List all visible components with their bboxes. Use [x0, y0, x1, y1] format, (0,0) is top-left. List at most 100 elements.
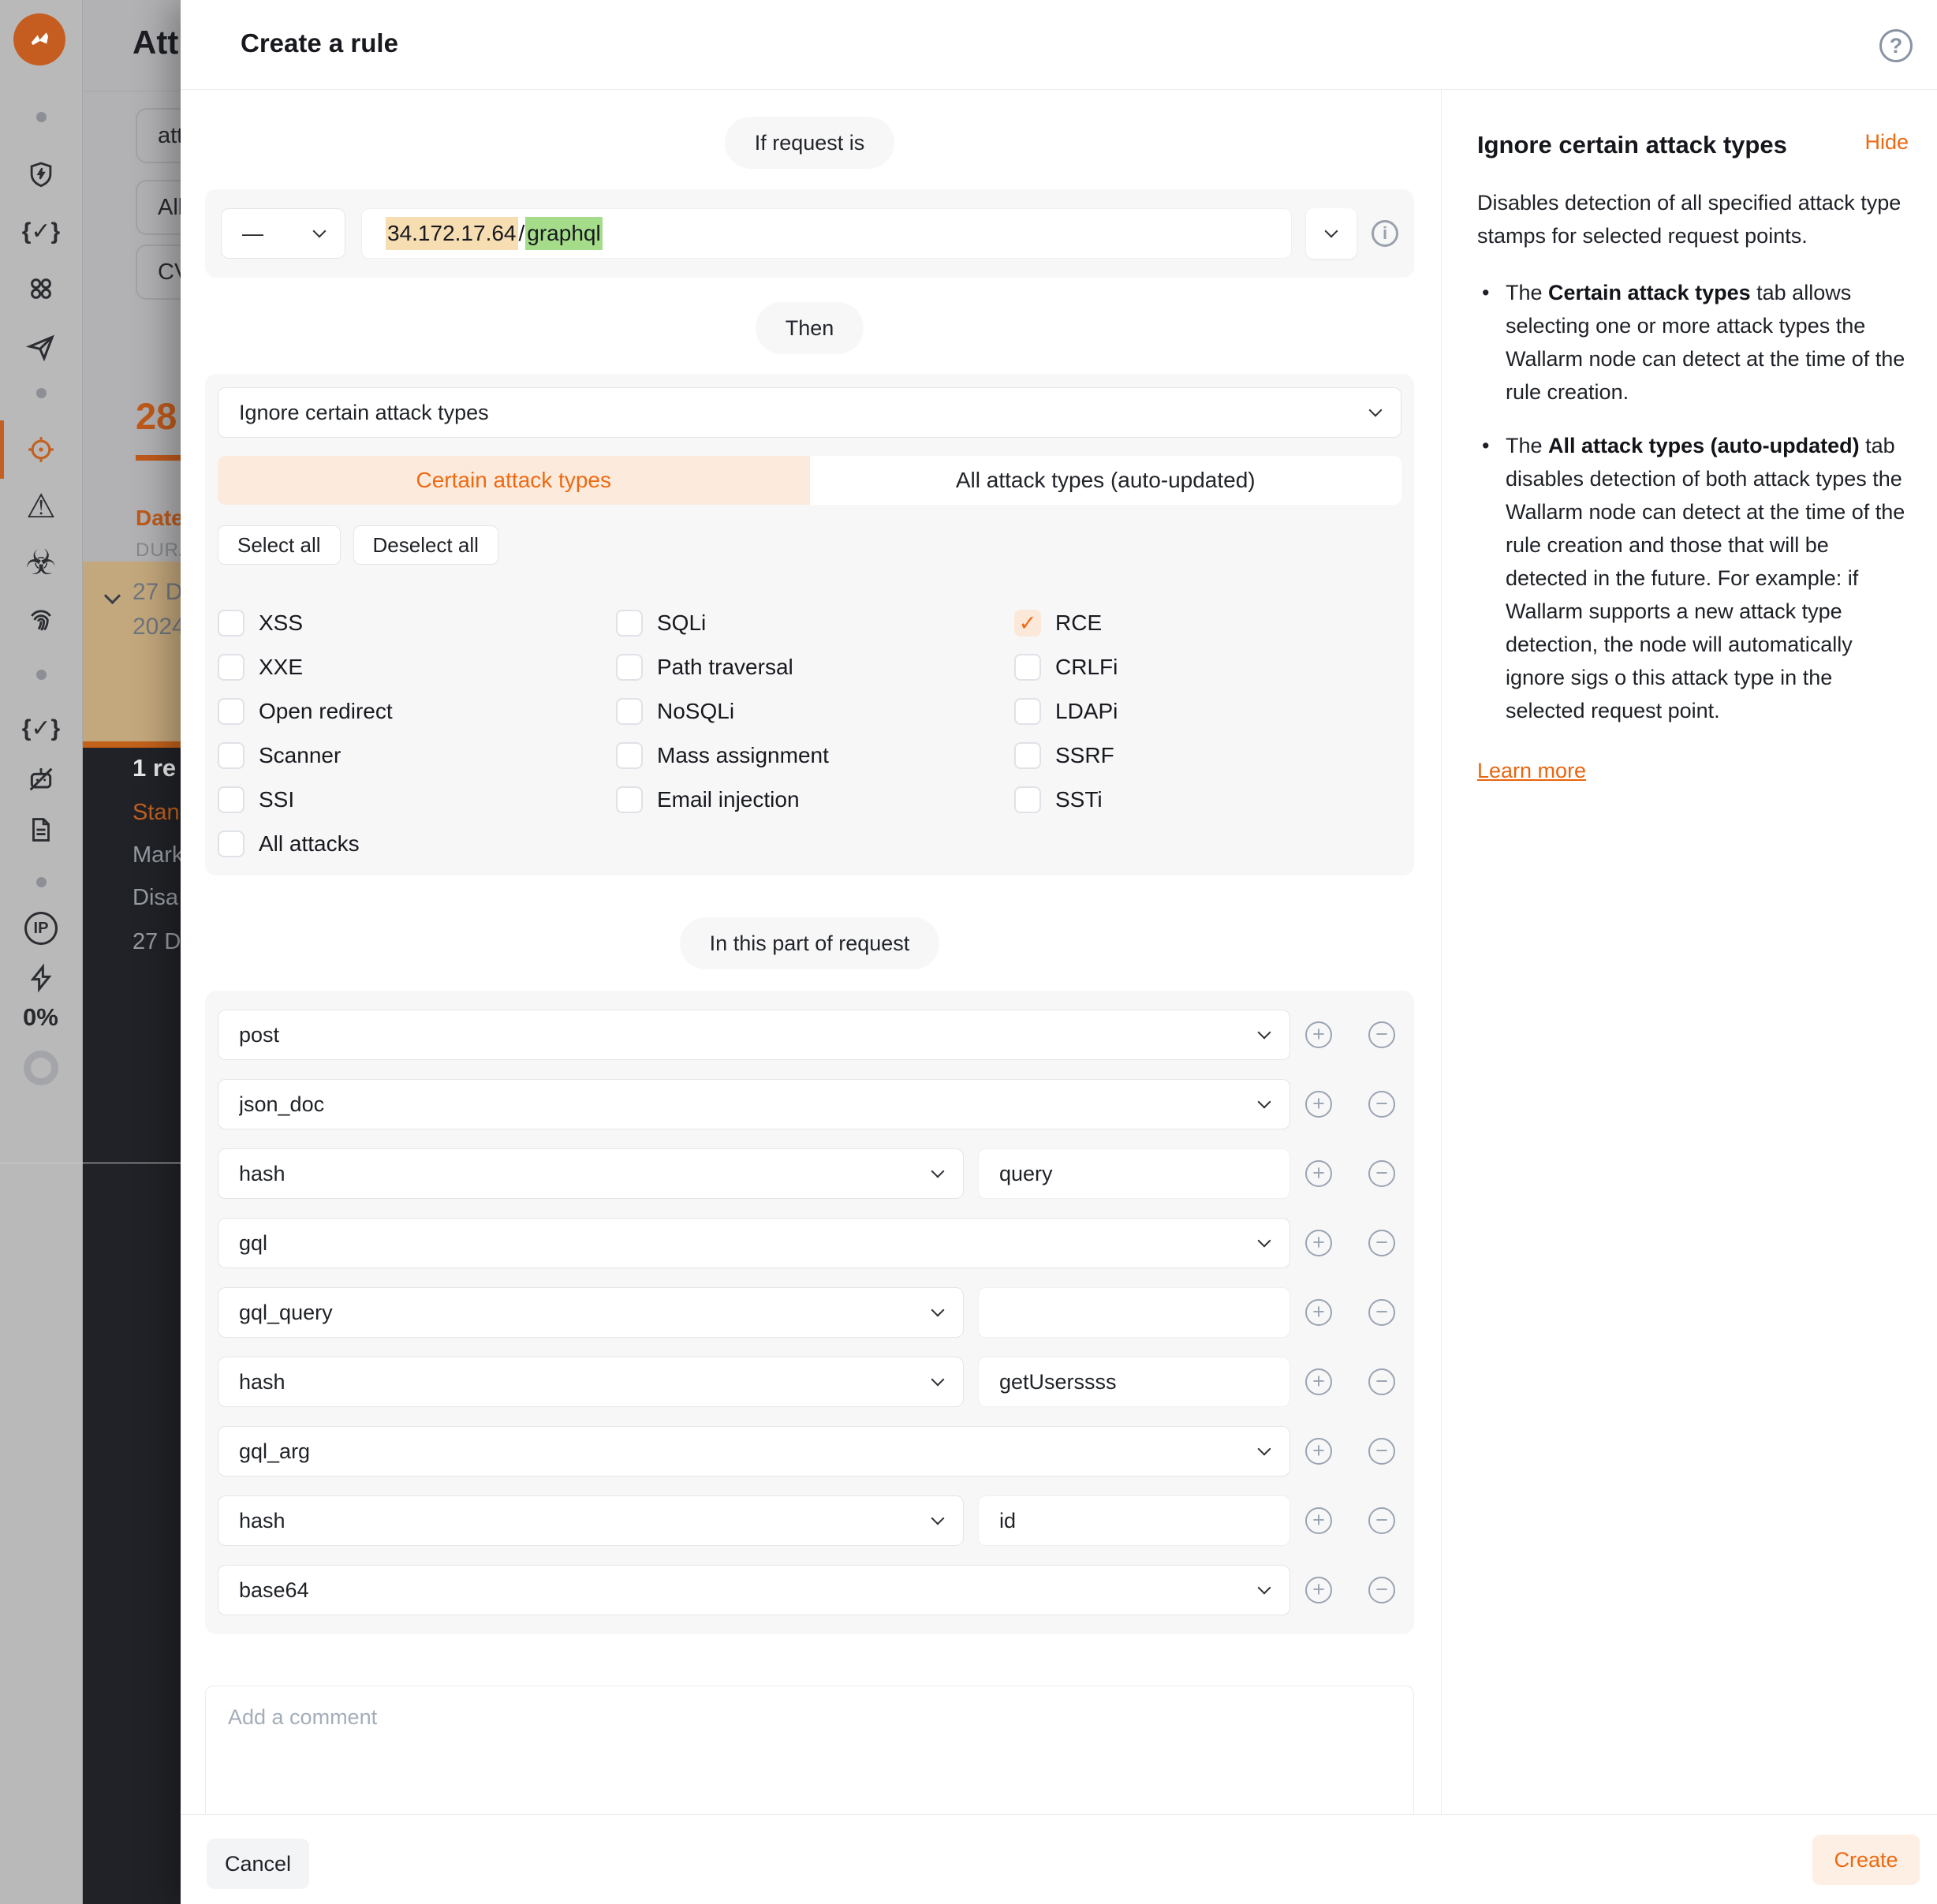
checkbox[interactable] — [218, 742, 244, 769]
chevron-down-icon[interactable] — [104, 588, 121, 604]
uri-expand-button[interactable] — [1306, 208, 1357, 259]
attack-type-all-attacks[interactable]: All attacks — [218, 831, 616, 857]
create-button[interactable]: Create — [1812, 1835, 1920, 1885]
filter-chip[interactable]: CV — [136, 245, 181, 300]
attack-type-xxe[interactable]: XXE — [218, 654, 616, 681]
rules-icon[interactable]: {✓} — [25, 713, 57, 745]
part-select[interactable]: base64 — [218, 1565, 1290, 1615]
hide-link[interactable]: Hide — [1864, 130, 1909, 155]
fingerprint-icon[interactable] — [25, 604, 57, 636]
checkbox[interactable] — [1014, 654, 1041, 681]
date-column-label[interactable]: Date — [136, 506, 181, 531]
attack-type-scanner[interactable]: Scanner — [218, 742, 616, 769]
uri-input[interactable]: 34.172.17.64/graphql — [361, 208, 1292, 259]
send-plane-icon[interactable] — [25, 331, 57, 363]
part-select[interactable]: json_doc — [218, 1079, 1290, 1129]
comment-input[interactable] — [205, 1686, 1414, 1827]
checkbox[interactable] — [616, 742, 643, 769]
remove-part-button[interactable] — [1368, 1091, 1395, 1118]
part-key-input[interactable] — [978, 1357, 1290, 1407]
filter-chip[interactable]: All — [136, 180, 181, 235]
incidents-warning-icon[interactable]: ⚠ — [25, 491, 57, 522]
part-select[interactable]: hash — [218, 1148, 964, 1199]
part-key-input[interactable] — [978, 1287, 1290, 1338]
nodes-icon[interactable] — [25, 273, 57, 304]
api-spec-icon[interactable]: {✓} — [25, 216, 57, 248]
remove-part-button[interactable] — [1368, 1160, 1395, 1187]
add-part-button[interactable] — [1305, 1577, 1332, 1603]
attack-type-ssrf[interactable]: SSRF — [1014, 742, 1118, 769]
mark-action[interactable]: Mark — [132, 842, 181, 868]
ip-lists-icon[interactable]: IP — [24, 912, 58, 945]
learn-more-link[interactable]: Learn more — [1477, 759, 1586, 783]
method-select[interactable]: — — [221, 208, 345, 259]
add-part-button[interactable] — [1305, 1368, 1332, 1395]
disable-action[interactable]: Disa — [132, 885, 178, 911]
checkbox[interactable] — [616, 786, 643, 813]
reports-document-icon[interactable] — [25, 814, 57, 846]
part-select[interactable]: gql_arg — [218, 1426, 1290, 1477]
select-all-button[interactable]: Select all — [218, 525, 341, 565]
checkbox[interactable] — [616, 610, 643, 637]
add-part-button[interactable] — [1305, 1160, 1332, 1187]
checkbox[interactable] — [218, 831, 244, 857]
shield-attack-icon[interactable] — [25, 159, 57, 191]
add-part-button[interactable] — [1305, 1021, 1332, 1048]
part-select[interactable]: hash — [218, 1495, 964, 1546]
remove-part-button[interactable] — [1368, 1299, 1395, 1326]
attack-type-ssti[interactable]: SSTi — [1014, 786, 1118, 813]
part-key-input[interactable] — [978, 1495, 1290, 1546]
help-question-icon[interactable] — [1879, 29, 1913, 62]
checkbox[interactable] — [616, 654, 643, 681]
remove-part-button[interactable] — [1368, 1507, 1395, 1534]
part-select[interactable]: gql — [218, 1218, 1290, 1268]
attacks-target-icon[interactable] — [25, 434, 57, 465]
part-select[interactable]: hash — [218, 1357, 964, 1407]
attack-type-open-redirect[interactable]: Open redirect — [218, 698, 616, 725]
remove-part-button[interactable] — [1368, 1230, 1395, 1256]
attack-type-rce[interactable]: RCE — [1014, 610, 1118, 637]
add-part-button[interactable] — [1305, 1091, 1332, 1118]
checkbox-checked[interactable] — [1014, 610, 1041, 637]
part-key-input[interactable] — [978, 1148, 1290, 1199]
attack-type-sqli[interactable]: SQLi — [616, 610, 1014, 637]
attack-type-ldapi[interactable]: LDAPi — [1014, 698, 1118, 725]
checkbox[interactable] — [218, 610, 244, 637]
rule-action-select[interactable]: Ignore certain attack types — [218, 387, 1401, 438]
attack-type-email-injection[interactable]: Email injection — [616, 786, 1014, 813]
checkbox[interactable] — [1014, 742, 1041, 769]
attack-type-mass-assignment[interactable]: Mass assignment — [616, 742, 1014, 769]
cancel-button[interactable]: Cancel — [207, 1839, 309, 1889]
attack-type-nosqli[interactable]: NoSQLi — [616, 698, 1014, 725]
remove-part-button[interactable] — [1368, 1438, 1395, 1465]
selected-attack-row[interactable]: 27 D 2024 — [83, 562, 181, 741]
add-part-button[interactable] — [1305, 1299, 1332, 1326]
vulnerabilities-biohazard-icon[interactable]: ☣ — [25, 547, 57, 579]
attack-type-path-traversal[interactable]: Path traversal — [616, 654, 1014, 681]
part-select[interactable]: post — [218, 1010, 1290, 1060]
checkbox[interactable] — [616, 698, 643, 725]
info-icon[interactable] — [1372, 220, 1398, 247]
bot-protection-icon[interactable] — [25, 763, 57, 795]
remove-part-button[interactable] — [1368, 1021, 1395, 1048]
tab-all-attack-types[interactable]: All attack types (auto-updated) — [810, 456, 1402, 505]
checkbox[interactable] — [218, 654, 244, 681]
attack-type-xss[interactable]: XSS — [218, 610, 616, 637]
attack-type-crlfi[interactable]: CRLFi — [1014, 654, 1118, 681]
remove-part-button[interactable] — [1368, 1368, 1395, 1395]
remove-part-button[interactable] — [1368, 1577, 1395, 1603]
checkbox[interactable] — [1014, 786, 1041, 813]
triggers-bolt-icon[interactable] — [25, 962, 57, 994]
filter-chip[interactable]: att — [136, 108, 181, 163]
checkbox[interactable] — [218, 786, 244, 813]
deselect-all-button[interactable]: Deselect all — [353, 525, 498, 565]
part-select[interactable]: gql_query — [218, 1287, 964, 1338]
checkbox[interactable] — [1014, 698, 1041, 725]
add-part-button[interactable] — [1305, 1438, 1332, 1465]
avatar-ring[interactable] — [24, 1051, 58, 1085]
add-part-button[interactable] — [1305, 1230, 1332, 1256]
status-link[interactable]: Stan — [132, 800, 180, 826]
add-part-button[interactable] — [1305, 1507, 1332, 1534]
checkbox[interactable] — [218, 698, 244, 725]
tab-certain-attack-types[interactable]: Certain attack types — [218, 456, 810, 505]
